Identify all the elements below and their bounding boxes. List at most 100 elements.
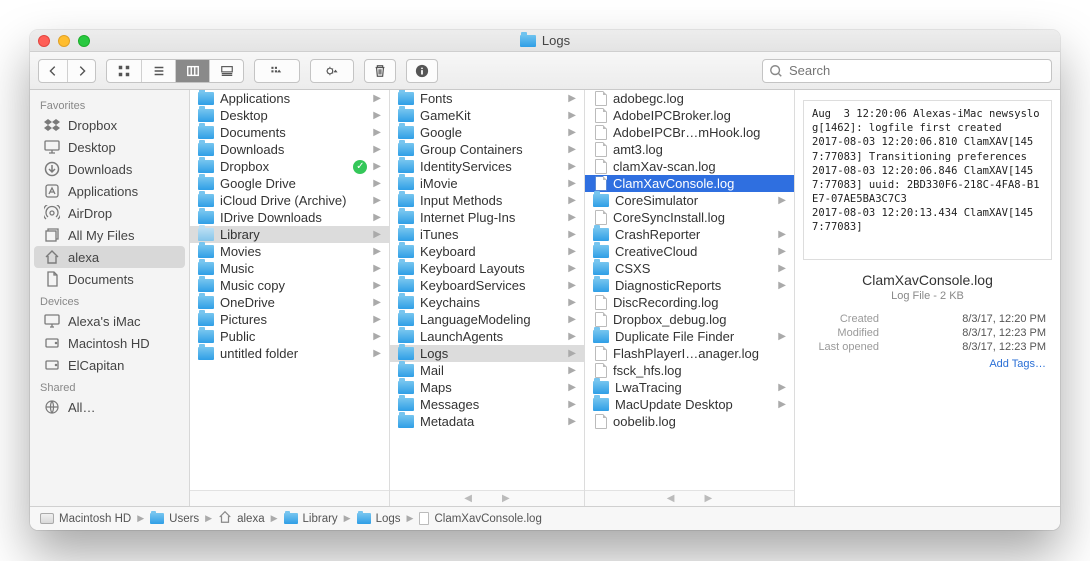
file-row[interactable]: iTunes▶: [390, 226, 584, 243]
file-row[interactable]: Desktop▶: [190, 107, 389, 124]
file-row[interactable]: Group Containers▶: [390, 141, 584, 158]
file-row[interactable]: LaunchAgents▶: [390, 328, 584, 345]
action-button[interactable]: [310, 59, 354, 83]
file-row[interactable]: amt3.log: [585, 141, 794, 158]
sidebar-item-dropbox[interactable]: Dropbox: [34, 114, 185, 136]
file-row[interactable]: KeyboardServices▶: [390, 277, 584, 294]
file-row[interactable]: Music▶: [190, 260, 389, 277]
chevron-right-icon: ▶: [568, 195, 578, 206]
sidebar-item-documents[interactable]: Documents: [34, 268, 185, 290]
sidebar-item-applications[interactable]: Applications: [34, 180, 185, 202]
file-row[interactable]: iMovie▶: [390, 175, 584, 192]
path-crumb[interactable]: Logs: [357, 513, 401, 525]
file-row[interactable]: Input Methods▶: [390, 192, 584, 209]
chevron-right-icon: ▶: [568, 229, 578, 240]
file-row[interactable]: fsck_hfs.log: [585, 362, 794, 379]
file-row[interactable]: MacUpdate Desktop▶: [585, 396, 794, 413]
path-crumb[interactable]: Macintosh HD: [40, 513, 131, 525]
file-row[interactable]: CSXS▶: [585, 260, 794, 277]
file-row[interactable]: GameKit▶: [390, 107, 584, 124]
close-window-button[interactable]: [38, 35, 50, 47]
file-row[interactable]: IDrive Downloads▶: [190, 209, 389, 226]
file-row[interactable]: Downloads▶: [190, 141, 389, 158]
info-button[interactable]: [406, 59, 438, 83]
file-row[interactable]: Mail▶: [390, 362, 584, 379]
file-row[interactable]: Maps▶: [390, 379, 584, 396]
file-row[interactable]: oobelib.log: [585, 413, 794, 430]
sidebar-item-desktop[interactable]: Desktop: [34, 136, 185, 158]
path-crumb[interactable]: alexa: [218, 510, 265, 527]
file-row[interactable]: Pictures▶: [190, 311, 389, 328]
file-row[interactable]: adobegc.log: [585, 90, 794, 107]
path-crumb[interactable]: Library: [284, 513, 338, 525]
sidebar-item-macintosh-hd[interactable]: Macintosh HD: [34, 332, 185, 354]
file-row[interactable]: Fonts▶: [390, 90, 584, 107]
file-row[interactable]: Keyboard▶: [390, 243, 584, 260]
sidebar-item-allmyfiles[interactable]: All My Files: [34, 224, 185, 246]
trash-button[interactable]: [364, 59, 396, 83]
file-row[interactable]: CoreSyncInstall.log: [585, 209, 794, 226]
file-row[interactable]: OneDrive▶: [190, 294, 389, 311]
path-crumb[interactable]: ClamXavConsole.log: [419, 512, 541, 525]
file-row[interactable]: DiscRecording.log: [585, 294, 794, 311]
file-row[interactable]: Applications▶: [190, 90, 389, 107]
file-row[interactable]: Documents▶: [190, 124, 389, 141]
file-row[interactable]: Movies▶: [190, 243, 389, 260]
sidebar-item-label: Documents: [68, 272, 134, 287]
minimize-window-button[interactable]: [58, 35, 70, 47]
column-1[interactable]: Applications▶Desktop▶Documents▶Downloads…: [190, 90, 390, 506]
file-row[interactable]: IdentityServices▶: [390, 158, 584, 175]
add-tags-button[interactable]: Add Tags…: [799, 354, 1056, 370]
file-row[interactable]: Dropbox✓▶: [190, 158, 389, 175]
sidebar-item-airdrop[interactable]: AirDrop: [34, 202, 185, 224]
file-row[interactable]: untitled folder▶: [190, 345, 389, 362]
back-button[interactable]: [39, 60, 67, 82]
sidebar-item-alexas-imac[interactable]: Alexa's iMac: [34, 310, 185, 332]
file-row[interactable]: LwaTracing▶: [585, 379, 794, 396]
file-row[interactable]: Logs▶: [390, 345, 584, 362]
coverflow-view-button[interactable]: [209, 60, 243, 82]
arrange-button[interactable]: [255, 60, 299, 82]
file-row[interactable]: Duplicate File Finder▶: [585, 328, 794, 345]
file-label: CoreSyncInstall.log: [613, 210, 788, 225]
search-input[interactable]: [762, 59, 1052, 83]
forward-button[interactable]: [67, 60, 95, 82]
file-row[interactable]: CrashReporter▶: [585, 226, 794, 243]
file-row[interactable]: Public▶: [190, 328, 389, 345]
list-view-button[interactable]: [141, 60, 175, 82]
file-row[interactable]: iCloud Drive (Archive)▶: [190, 192, 389, 209]
file-row[interactable]: ClamXavConsole.log: [585, 175, 794, 192]
file-row[interactable]: Keyboard Layouts▶: [390, 260, 584, 277]
file-row[interactable]: clamXav-scan.log: [585, 158, 794, 175]
sidebar-item-alexa[interactable]: alexa: [34, 246, 185, 268]
file-row[interactable]: Internet Plug-Ins▶: [390, 209, 584, 226]
column-view-button[interactable]: [175, 60, 209, 82]
file-row[interactable]: AdobeIPCBroker.log: [585, 107, 794, 124]
file-row[interactable]: AdobeIPCBr…mHook.log: [585, 124, 794, 141]
file-row[interactable]: Messages▶: [390, 396, 584, 413]
meta-value: 8/3/17, 12:23 PM: [962, 327, 1046, 339]
sidebar-item-label: Downloads: [68, 162, 132, 177]
folder-icon: [398, 143, 414, 156]
file-row[interactable]: LanguageModeling▶: [390, 311, 584, 328]
file-row[interactable]: Google▶: [390, 124, 584, 141]
file-row[interactable]: CreativeCloud▶: [585, 243, 794, 260]
file-row[interactable]: Keychains▶: [390, 294, 584, 311]
zoom-window-button[interactable]: [78, 35, 90, 47]
file-row[interactable]: DiagnosticReports▶: [585, 277, 794, 294]
path-crumb[interactable]: Users: [150, 513, 199, 525]
column-3[interactable]: adobegc.logAdobeIPCBroker.logAdobeIPCBr……: [585, 90, 795, 506]
sidebar-item-downloads[interactable]: Downloads: [34, 158, 185, 180]
sidebar-item-all-shared[interactable]: All…: [34, 396, 185, 418]
file-row[interactable]: Google Drive▶: [190, 175, 389, 192]
file-row[interactable]: Dropbox_debug.log: [585, 311, 794, 328]
icon-view-button[interactable]: [107, 60, 141, 82]
column-2[interactable]: Fonts▶GameKit▶Google▶Group Containers▶Id…: [390, 90, 585, 506]
file-row[interactable]: Music copy▶: [190, 277, 389, 294]
sidebar-item-elcapitan[interactable]: ElCapitan: [34, 354, 185, 376]
file-row[interactable]: Metadata▶: [390, 413, 584, 430]
file-row[interactable]: FlashPlayerI…anager.log: [585, 345, 794, 362]
file-row[interactable]: CoreSimulator▶: [585, 192, 794, 209]
disk-icon: [40, 513, 54, 524]
file-row[interactable]: Library▶: [190, 226, 389, 243]
